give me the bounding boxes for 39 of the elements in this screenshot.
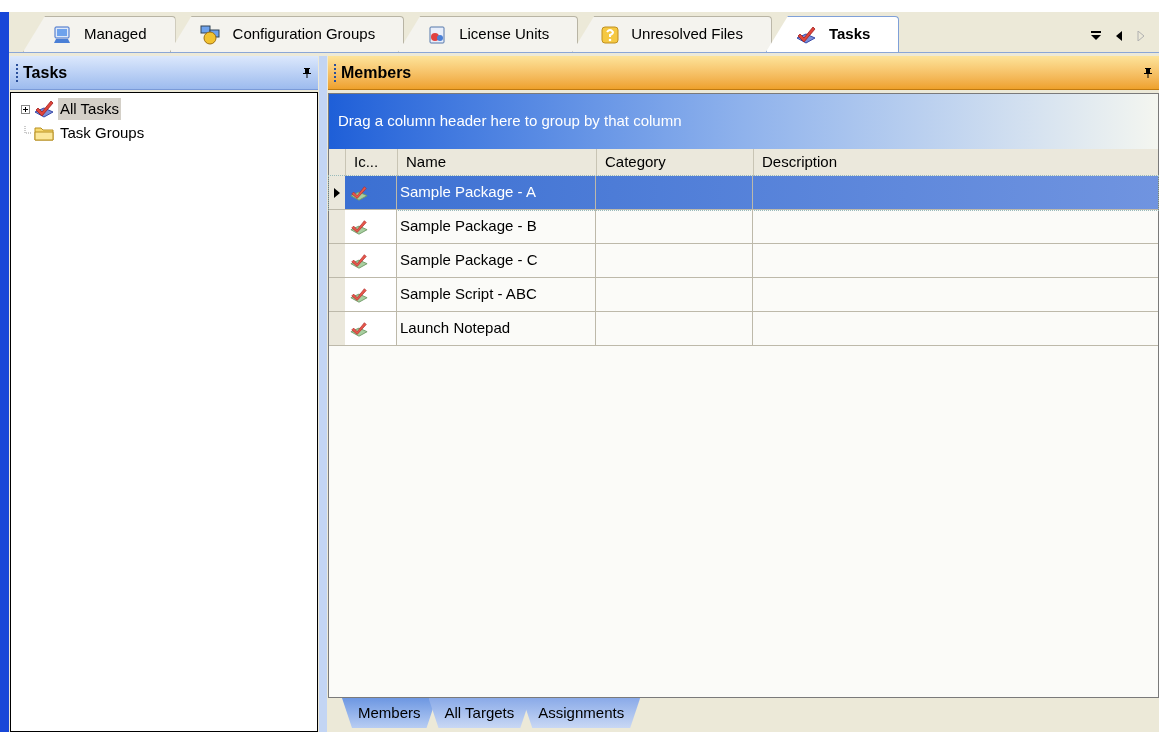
table-cell: Sample Package - A bbox=[397, 176, 596, 209]
tree-item[interactable]: All Tasks bbox=[58, 97, 121, 121]
computers-icon bbox=[198, 23, 221, 46]
table-row[interactable]: Sample Package - C bbox=[329, 244, 1158, 278]
pin-icon[interactable] bbox=[1143, 66, 1153, 79]
panel-title: Tasks bbox=[23, 62, 68, 83]
document-tab[interactable]: License Units bbox=[398, 16, 579, 52]
checkmark-icon bbox=[349, 319, 369, 338]
table-cell: Launch Notepad bbox=[397, 312, 596, 345]
table-cell: Sample Script - ABC bbox=[397, 278, 596, 311]
document-tab[interactable]: Unresolved Files bbox=[572, 16, 772, 52]
checkmark-icon bbox=[349, 251, 369, 270]
document-tab[interactable]: Configuration Groups bbox=[169, 16, 405, 52]
question-icon bbox=[601, 25, 620, 44]
checkmark-icon bbox=[349, 183, 369, 202]
table-cell: Sample Package - C bbox=[397, 244, 596, 277]
checkmark-icon bbox=[33, 98, 55, 120]
group-by-hint: Drag a column header here to group by that column bbox=[338, 111, 682, 132]
grip-icon bbox=[16, 62, 19, 83]
pin-icon[interactable] bbox=[302, 66, 312, 79]
license-icon bbox=[427, 24, 448, 45]
grip-icon bbox=[334, 62, 337, 83]
folder-icon bbox=[33, 124, 55, 142]
table-row[interactable]: Sample Script - ABC bbox=[329, 278, 1158, 312]
document-tab[interactable]: Managed bbox=[23, 16, 176, 52]
tree-item[interactable]: Task Groups bbox=[58, 121, 147, 145]
expand-icon[interactable] bbox=[20, 104, 30, 114]
table-row[interactable]: Sample Package - A bbox=[329, 176, 1158, 210]
document-tab[interactable]: Tasks bbox=[765, 16, 900, 52]
table-row[interactable]: Sample Package - B bbox=[329, 210, 1158, 244]
monitor-icon bbox=[52, 24, 72, 45]
scroll-left-icon[interactable] bbox=[1115, 31, 1123, 41]
dropdown-icon[interactable] bbox=[1091, 31, 1101, 41]
table-row[interactable]: Launch Notepad bbox=[329, 312, 1158, 346]
panel-title: Members bbox=[341, 62, 412, 83]
checkmark-icon bbox=[349, 285, 369, 304]
table-cell: Sample Package - B bbox=[397, 210, 596, 243]
current-row-icon bbox=[334, 187, 340, 198]
checkmark-icon bbox=[349, 217, 369, 236]
